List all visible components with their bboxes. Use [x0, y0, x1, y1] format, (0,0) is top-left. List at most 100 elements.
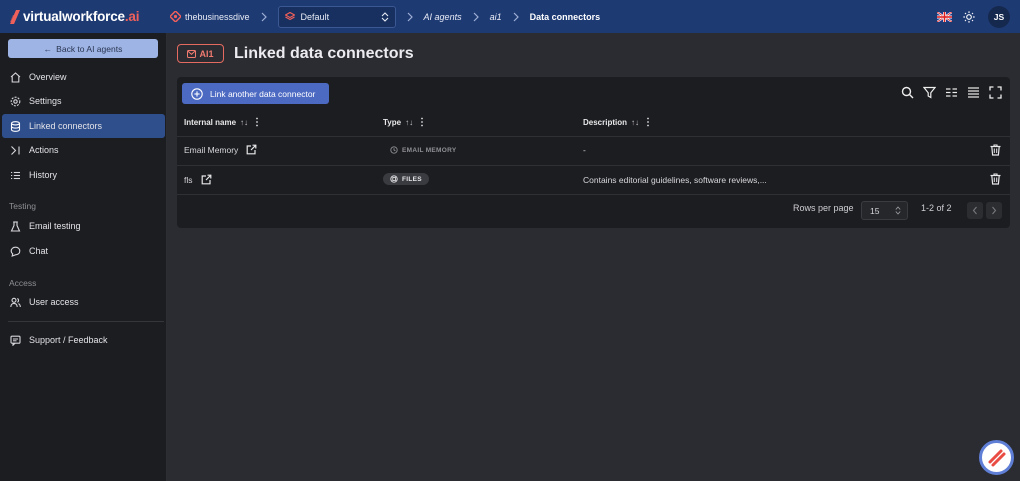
- connector-name: fls: [184, 174, 193, 185]
- breadcrumb-ai-agents[interactable]: AI agents: [424, 12, 462, 22]
- cell-description: Contains editorial guidelines, software …: [583, 175, 767, 185]
- kebab-menu-icon[interactable]: [420, 117, 424, 127]
- columns-icon: [946, 88, 957, 97]
- sidebar-item-linked-connectors[interactable]: Linked connectors: [2, 114, 165, 138]
- connectors-table-panel: Link another data connector Internal nam…: [177, 77, 1010, 228]
- sidebar-divider: [8, 321, 164, 322]
- column-header-label: Type: [383, 117, 402, 127]
- kebab-menu-icon[interactable]: [646, 117, 650, 127]
- sun-icon[interactable]: [963, 10, 975, 23]
- sidebar-item-label: Email testing: [29, 221, 81, 231]
- pagination-range: 1-2 of 2: [921, 203, 952, 213]
- sort-icon[interactable]: ↑↓: [240, 118, 248, 127]
- plus-circle-icon: [191, 87, 203, 100]
- updown-chevron-icon: [381, 11, 388, 22]
- users-icon: [10, 297, 21, 307]
- breadcrumb-org[interactable]: thebusinessdive: [170, 11, 250, 22]
- kebab-menu-icon[interactable]: [255, 117, 259, 127]
- section-label-testing: Testing: [9, 201, 36, 211]
- chevron-left-icon: [972, 206, 977, 215]
- column-header-internal-name[interactable]: Internal name ↑↓: [184, 117, 259, 127]
- column-header-type[interactable]: Type ↑↓: [383, 117, 424, 127]
- rows-per-page-label: Rows per page: [793, 203, 854, 213]
- history-icon: [390, 146, 398, 154]
- external-link-icon[interactable]: [246, 144, 257, 155]
- sort-icon[interactable]: ↑↓: [405, 118, 413, 127]
- sidebar-item-actions[interactable]: Actions: [2, 138, 165, 162]
- logo-mark-icon: [10, 9, 20, 24]
- external-link-icon[interactable]: [201, 174, 212, 185]
- breadcrumb-current: Data connectors: [529, 11, 601, 22]
- chevron-right-icon: [992, 206, 997, 215]
- sidebar-item-history[interactable]: History: [2, 163, 165, 187]
- flask-icon: [10, 220, 21, 232]
- density-icon: [968, 87, 979, 98]
- back-to-ai-agents-button[interactable]: ← Back to AI agents: [8, 39, 158, 58]
- chat-icon: [10, 246, 21, 257]
- sidebar-item-label: Settings: [29, 96, 62, 106]
- chevron-right-icon: [261, 12, 267, 21]
- sort-icon[interactable]: ↑↓: [631, 118, 639, 127]
- org-icon: [170, 11, 181, 22]
- org-name: thebusinessdive: [185, 11, 250, 22]
- row-divider: [177, 165, 1010, 166]
- sidebar-item-label: Support / Feedback: [29, 335, 108, 345]
- chevron-right-icon: [407, 12, 413, 21]
- brand-logo[interactable]: virtualworkforce.ai: [10, 9, 170, 24]
- gear-icon: [10, 96, 21, 106]
- fullscreen-button[interactable]: [989, 86, 1002, 99]
- connector-name: Email Memory: [184, 144, 239, 155]
- breadcrumb-agent[interactable]: ai1: [490, 12, 502, 22]
- connector-description: Contains editorial guidelines, software …: [583, 175, 767, 185]
- trash-icon[interactable]: [990, 144, 1001, 156]
- sidebar-item-chat[interactable]: Chat: [2, 239, 165, 263]
- column-header-label: Internal name: [184, 117, 237, 127]
- type-badge: EMAIL MEMORY: [383, 144, 464, 156]
- cell-internal-name: Email Memory: [184, 144, 257, 155]
- mail-icon: [187, 49, 197, 58]
- chevron-right-icon: [513, 12, 519, 21]
- page-title: Linked data connectors: [234, 45, 414, 62]
- column-header-description[interactable]: Description ↑↓: [583, 117, 650, 127]
- sidebar-item-label: Chat: [29, 246, 49, 256]
- database-icon: [10, 120, 21, 132]
- connector-description: -: [583, 145, 586, 155]
- cell-internal-name: fls: [184, 174, 212, 185]
- home-icon: [10, 71, 21, 83]
- trash-icon[interactable]: [990, 173, 1001, 185]
- user-avatar[interactable]: JS: [988, 5, 1010, 28]
- link-data-connector-button[interactable]: Link another data connector: [182, 83, 329, 104]
- arrow-left-icon: ←: [43, 43, 53, 54]
- sidebar-item-email-testing[interactable]: Email testing: [2, 214, 165, 238]
- rows-per-page-value: 15: [870, 205, 880, 216]
- sidebar-item-user-access[interactable]: User access: [2, 290, 165, 314]
- brand-launcher-icon: [988, 449, 1005, 466]
- sidebar-item-settings[interactable]: Settings: [2, 89, 165, 113]
- type-label: FILES: [402, 175, 422, 183]
- agent-badge: AI1: [177, 44, 224, 63]
- filter-button[interactable]: [923, 86, 936, 99]
- workspace-select[interactable]: Default: [277, 5, 396, 28]
- columns-button[interactable]: [945, 86, 958, 99]
- sidebar-item-label: Actions: [29, 145, 59, 155]
- density-button[interactable]: [967, 86, 980, 99]
- layers-icon: [284, 11, 295, 20]
- search-button[interactable]: [901, 86, 914, 99]
- help-launcher-button[interactable]: [979, 440, 1014, 475]
- type-badge: FILES: [383, 173, 429, 185]
- row-divider: [177, 194, 1010, 195]
- sidebar-item-overview[interactable]: Overview: [2, 65, 165, 89]
- sidebar-item-support-feedback[interactable]: Support / Feedback: [2, 328, 165, 352]
- chevron-right-icon: [473, 12, 479, 21]
- previous-page-button[interactable]: [967, 202, 983, 219]
- filter-icon: [923, 86, 936, 99]
- rows-per-page-select[interactable]: 15: [861, 201, 908, 220]
- table-toolbar: [892, 86, 1002, 99]
- sidebar-item-label: Linked connectors: [29, 121, 103, 131]
- next-page-button[interactable]: [986, 202, 1002, 219]
- uk-flag-icon[interactable]: [937, 11, 952, 22]
- agent-badge-label: AI1: [199, 48, 214, 59]
- section-label-access: Access: [9, 278, 37, 288]
- column-header-label: Description: [583, 117, 628, 127]
- type-label: EMAIL MEMORY: [402, 146, 457, 154]
